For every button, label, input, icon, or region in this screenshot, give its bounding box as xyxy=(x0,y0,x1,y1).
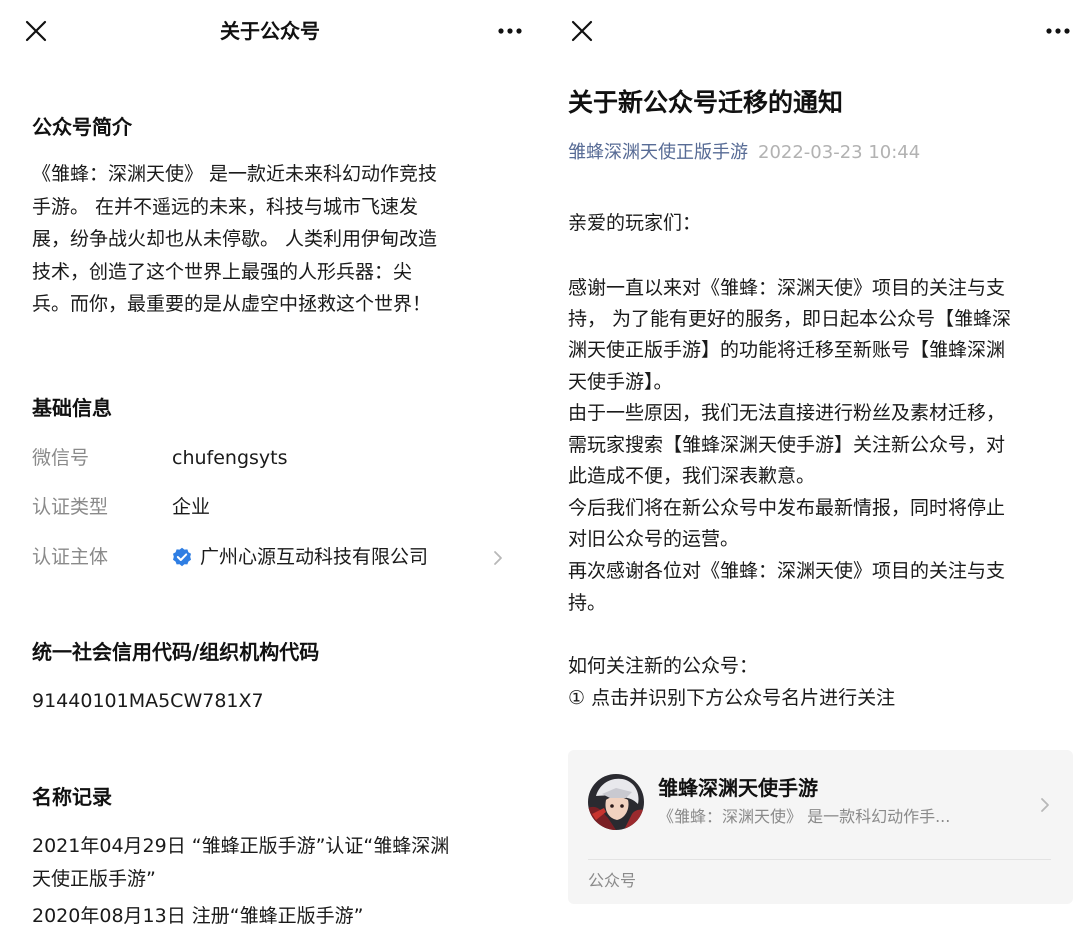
cert-entity-label: 认证主体 xyxy=(32,546,109,568)
intro-line: 兵。而你，最重要的是从虚空中拯救这个世界！ xyxy=(32,293,432,315)
body-line: ① 点击并识别下方公众号名片进行关注 xyxy=(568,687,896,709)
body-line: 今后我们将在新公众号中发布最新情报，同时将停止 xyxy=(568,497,1006,519)
account-card[interactable]: 雏蜂深渊天使手游 《雏蜂：深渊天使》 是一款科幻动作手... 公众号 xyxy=(568,750,1073,904)
intro-line: 展，纷争战火却也从未停歇。 人类利用伊甸改造 xyxy=(32,228,438,250)
wechat-id-value: chufengsyts xyxy=(172,447,288,469)
credit-code-value: 91440101MA5CW781X7 xyxy=(32,690,264,712)
body-line: 感谢一直以来对《雏蜂：深渊天使》项目的关注与支 xyxy=(568,277,1006,299)
body-line: 渊天使正版手游】的功能将迁移至新账号【雏蜂深渊 xyxy=(568,339,1006,361)
basic-info-title: 基础信息 xyxy=(32,396,112,420)
cert-type-value: 企业 xyxy=(172,496,211,518)
nav-bar: 关于公众号 xyxy=(0,0,540,62)
credit-code-title: 统一社会信用代码/组织机构代码 xyxy=(32,640,320,664)
intro-section-title: 公众号简介 xyxy=(32,115,132,139)
about-account-screen: 关于公众号 公众号简介 《雏蜂：深渊天使》 是一款近未来科幻动作竞技 手游。 在… xyxy=(0,0,540,948)
body-line: 持。 xyxy=(568,592,607,614)
more-icon[interactable] xyxy=(492,14,528,48)
name-history-list: 2021年04月29日 “雏蜂正版手游”认证“雏蜂深渊 天使正版手游” 2020… xyxy=(32,830,510,933)
body-line: 对旧公众号的运营。 xyxy=(568,528,740,550)
history-line: 2021年04月29日 “雏蜂正版手游”认证“雏蜂深渊 xyxy=(32,835,450,857)
body-line: 如何关注新的公众号： xyxy=(568,655,759,677)
intro-line: 手游。 在并不遥远的未来，科技与城市飞速发 xyxy=(32,195,419,218)
card-divider xyxy=(588,859,1051,860)
card-description: 《雏蜂：深渊天使》 是一款科幻动作手... xyxy=(658,807,951,826)
body-line: 此造成不便，我们深表歉意。 xyxy=(568,465,816,487)
body-line: 由于一些原因，我们无法直接进行粉丝及素材迁移， xyxy=(568,402,1006,424)
cert-entity-value: 广州心源互动科技有限公司 xyxy=(200,546,429,568)
body-line: 天使手游】。 xyxy=(568,371,673,393)
body-line: 再次感谢各位对《雏蜂：深渊天使》项目的关注与支 xyxy=(568,560,1006,582)
body-line: 需玩家搜索【雏蜂深渊天使手游】关注新公众号，对 xyxy=(568,434,1006,456)
cert-entity-row[interactable]: 广州心源互动科技有限公司 xyxy=(172,542,428,572)
more-icon[interactable] xyxy=(1040,14,1076,48)
avatar xyxy=(588,774,644,830)
article-meta: 雏蜂深渊天使正版手游 2022-03-23 10:44 xyxy=(568,138,920,168)
history-line: 2020年08月13日 注册“雏蜂正版手游” xyxy=(32,905,364,927)
intro-line: 技术，创造了这个世界上最强的人形兵器：尖 xyxy=(32,260,413,283)
chevron-right-icon xyxy=(1038,794,1052,816)
article-title: 关于新公众号迁移的通知 xyxy=(568,88,844,117)
publish-date: 2022-03-23 10:44 xyxy=(758,142,921,163)
close-icon[interactable] xyxy=(564,14,600,48)
article-nav-bar xyxy=(540,0,1080,62)
body-line: 持， 为了能有更好的服务，即日起本公众号【雏蜂深 xyxy=(568,308,1012,330)
page-title: 关于公众号 xyxy=(220,19,320,43)
cert-type-label: 认证类型 xyxy=(32,496,109,518)
card-type-label: 公众号 xyxy=(588,871,637,890)
account-name-link[interactable]: 雏蜂深渊天使正版手游 xyxy=(568,142,748,163)
chevron-right-icon[interactable] xyxy=(490,547,506,569)
body-line: 亲爱的玩家们： xyxy=(568,212,702,234)
name-history-title: 名称记录 xyxy=(32,785,112,809)
history-line: 天使正版手游” xyxy=(32,867,156,890)
wechat-id-label: 微信号 xyxy=(32,447,90,469)
intro-text: 《雏蜂：深渊天使》 是一款近未来科幻动作竞技 手游。 在并不遥远的未来，科技与城… xyxy=(32,158,510,321)
card-account-name: 雏蜂深渊天使手游 xyxy=(658,776,818,800)
intro-line: 《雏蜂：深渊天使》 是一款近未来科幻动作竞技 xyxy=(32,163,438,185)
verified-badge-icon xyxy=(172,547,192,567)
